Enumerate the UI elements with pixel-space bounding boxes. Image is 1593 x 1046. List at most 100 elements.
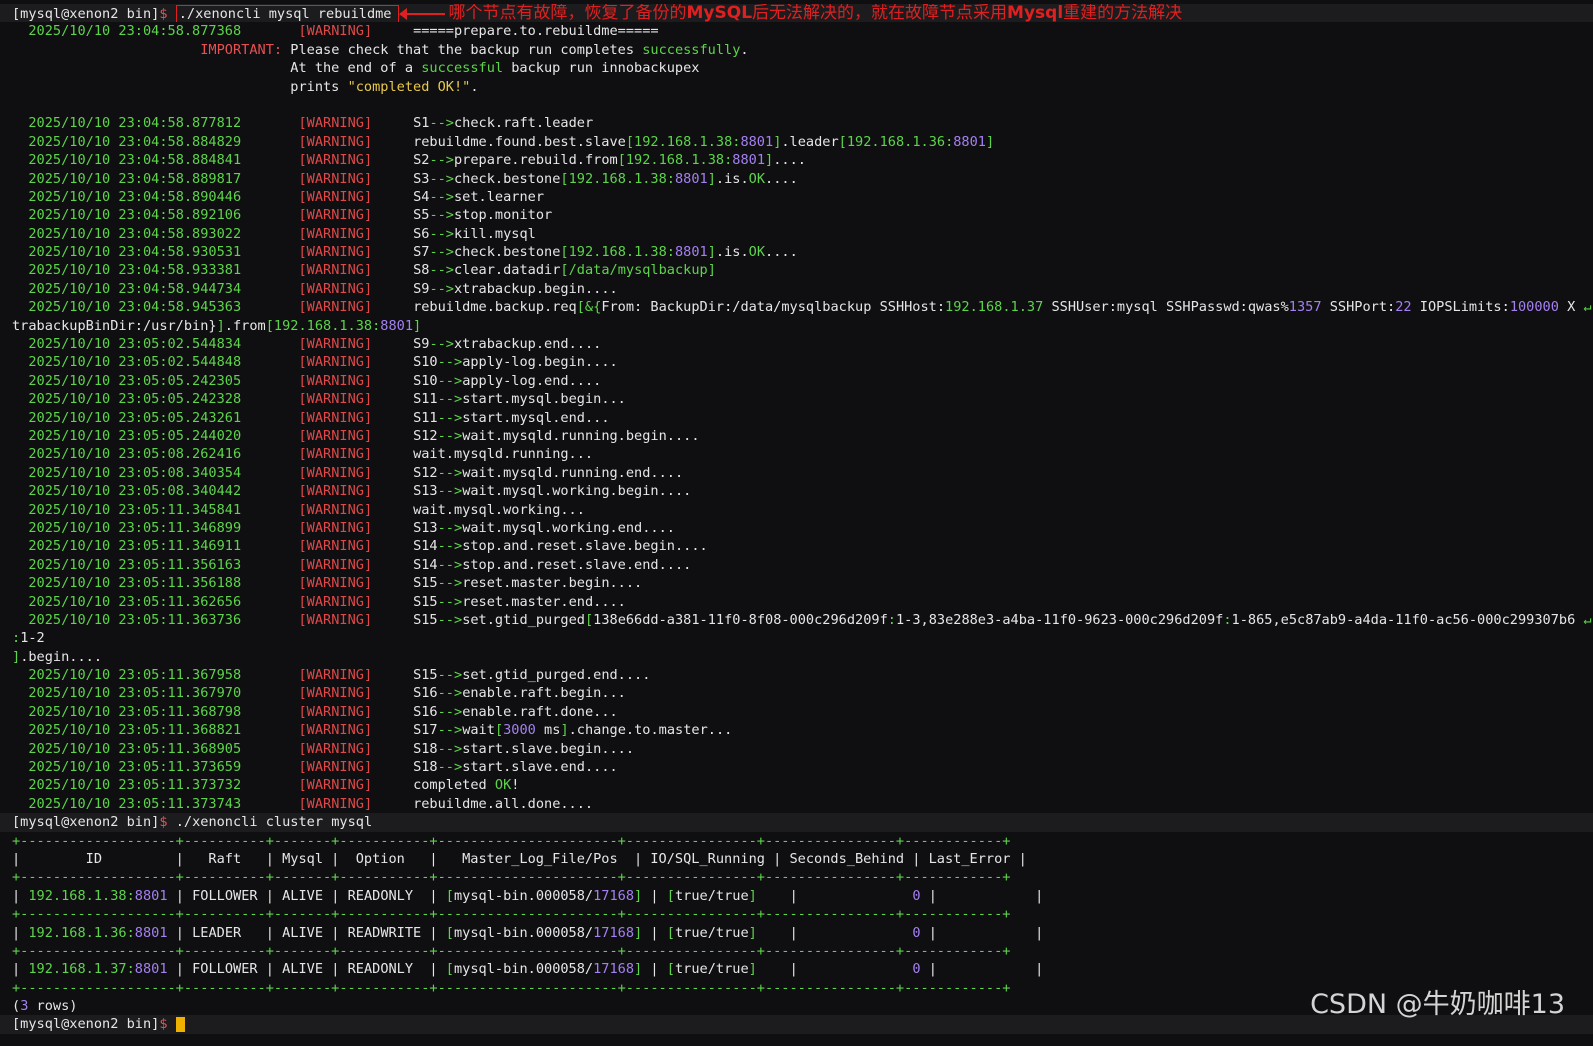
log-line: 2025/10/10 23:05:11.373732 [WARNING] com… (12, 776, 1593, 794)
wrapped-line: trabackupBinDir:/usr/bin}].from[192.168.… (12, 317, 1593, 335)
log-text: .change.to.master... (568, 722, 733, 739)
log-text: wait.mysqld.running.begin.... (462, 427, 700, 444)
log-text: --> (437, 611, 463, 628)
cell-seconds: 0 (912, 887, 921, 904)
log-level: [WARNING] (298, 244, 373, 261)
log-text: X (1558, 299, 1584, 316)
cell-logpos: 17168 (593, 924, 635, 941)
log-text: ] (413, 317, 422, 334)
log-text: --> (437, 685, 463, 702)
log-text: [192.168.1.38: (265, 317, 381, 334)
log-text: : (12, 630, 21, 647)
log-timestamp: 2025/10/10 23:05:11.367970 (28, 685, 242, 702)
log-text: [ (494, 722, 504, 739)
log-text: --> (429, 115, 454, 132)
log-timestamp: 2025/10/10 23:04:58.884841 (28, 152, 242, 169)
log-text: S12 (413, 464, 438, 481)
log-text: stop.monitor (454, 207, 553, 224)
log-text: check.bestone (454, 244, 561, 261)
cell-port: 8801 (134, 887, 168, 904)
log-level: [WARNING] (298, 188, 373, 205)
log-text: ! (511, 777, 520, 794)
cell-logfile: mysql-bin.000058/ (453, 924, 594, 941)
log-line: 2025/10/10 23:04:58.893022 [WARNING] S6-… (12, 225, 1593, 243)
log-text: ] (986, 133, 995, 150)
log-text: [192.168.1.38: (617, 152, 733, 169)
log-level: [WARNING] (298, 391, 373, 408)
log-level: [WARNING] (298, 722, 373, 739)
log-text: completed (413, 777, 495, 794)
log-text: S15 (413, 667, 438, 684)
log-text: --> (437, 667, 463, 684)
log-text: S18 (413, 759, 438, 776)
log-block-a: 2025/10/10 23:04:58.877812 [WARNING] S1-… (12, 114, 1593, 316)
log-text: reset.master.begin.... (462, 575, 643, 592)
log-text: rebuildme.all.done.... (413, 795, 594, 812)
shell-prompt: [mysql@xenon2 bin] (12, 6, 160, 22)
log-text: --> (437, 464, 463, 481)
log-line: 2025/10/10 23:05:05.244020 [WARNING] S12… (12, 427, 1593, 445)
log-timestamp: 2025/10/10 23:05:05.242305 (28, 372, 242, 389)
log-timestamp: 2025/10/10 23:04:58.877812 (28, 115, 242, 132)
cluster-table: +-------------------+----------+-------+… (12, 832, 1593, 998)
log-text: .... (765, 244, 798, 261)
log-text: SSHPort: (1321, 299, 1396, 316)
log-level: [WARNING] (298, 115, 373, 132)
log-text: --> (437, 759, 463, 776)
log-text: wait.mysql.working.begin.... (462, 483, 692, 500)
log-text: 8801 (674, 170, 708, 187)
log-text: 8801 (732, 152, 766, 169)
log-text: check.raft.leader (454, 115, 594, 132)
red-arrow-icon (398, 8, 445, 20)
log-text: OK (748, 244, 766, 261)
log-timestamp: 2025/10/10 23:05:11.363736 (28, 611, 242, 628)
log-level: [WARNING] (298, 262, 373, 279)
log-text: start.mysql.end... (462, 409, 610, 426)
table-border-line: +-------------------+----------+-------+… (12, 905, 1593, 923)
terminal-output: [mysql@xenon2 bin]$ ./xenoncli mysql reb… (0, 4, 1593, 1034)
table-row: | 192.168.1.38:8801 | FOLLOWER | ALIVE |… (12, 887, 1044, 904)
log-text: --> (437, 538, 463, 555)
log-text: [/data/mysqlbackup] (560, 262, 716, 279)
log-text: wait.mysql.working.end.... (462, 519, 675, 536)
log-text: trabackupBinDir:/usr/bin} (12, 317, 217, 334)
log-timestamp: 2025/10/10 23:05:05.242328 (28, 391, 242, 408)
table-border-line: +-------------------+----------+-------+… (12, 868, 1593, 886)
log-text: --> (437, 519, 463, 536)
log-line: 2025/10/10 23:04:58.892106 [WARNING] S5-… (12, 206, 1593, 224)
log-text: --> (429, 207, 454, 224)
log-line: 2025/10/10 23:05:02.544834 [WARNING] S9-… (12, 335, 1593, 353)
log-text: 8801 (953, 133, 986, 150)
log-text: S10 (413, 372, 438, 389)
cell-io: true/true (674, 961, 749, 978)
log-text: S7 (413, 244, 430, 261)
log-timestamp: 2025/10/10 23:05:08.340442 (28, 483, 242, 500)
log-line: 2025/10/10 23:05:11.373659 [WARNING] S18… (12, 758, 1593, 776)
annotation-note: 哪个节点有故障，恢复了备份的MySQL后无法解决的，就在故障节点采用Mysql重… (448, 4, 1183, 23)
cell-port: 8801 (134, 924, 168, 941)
log-line: 2025/10/10 23:05:08.262416 [WARNING] wai… (12, 445, 1593, 463)
cell-logfile: mysql-bin.000058/ (453, 961, 594, 978)
table-border: +-------------------+----------+-------+… (12, 906, 1011, 923)
log-text: S4 (413, 188, 430, 205)
log-text: S15 (413, 593, 438, 610)
log-timestamp: 2025/10/10 23:05:11.362656 (28, 593, 242, 610)
log-text: start.mysql.begin... (462, 391, 626, 408)
log-text: 1357 (1288, 299, 1322, 316)
cell-logpos: 17168 (593, 887, 635, 904)
log-text: [ (584, 611, 594, 628)
log-text: 22 (1395, 299, 1412, 316)
log-text: [192.168.1.36: (838, 133, 954, 150)
log-text: wait.mysql.working... (413, 501, 585, 518)
log-level: [WARNING] (298, 575, 373, 592)
log-text: ] (707, 170, 716, 187)
log-level: [WARNING] (298, 777, 373, 794)
log-text: S18 (413, 740, 438, 757)
log-text: S11 (413, 409, 438, 426)
log-text: S16 (413, 685, 438, 702)
log-level: [WARNING] (298, 152, 373, 169)
log-level: [WARNING] (298, 795, 373, 812)
log-text: --> (429, 262, 454, 279)
log-text: stop.and.reset.slave.end.... (462, 556, 692, 573)
